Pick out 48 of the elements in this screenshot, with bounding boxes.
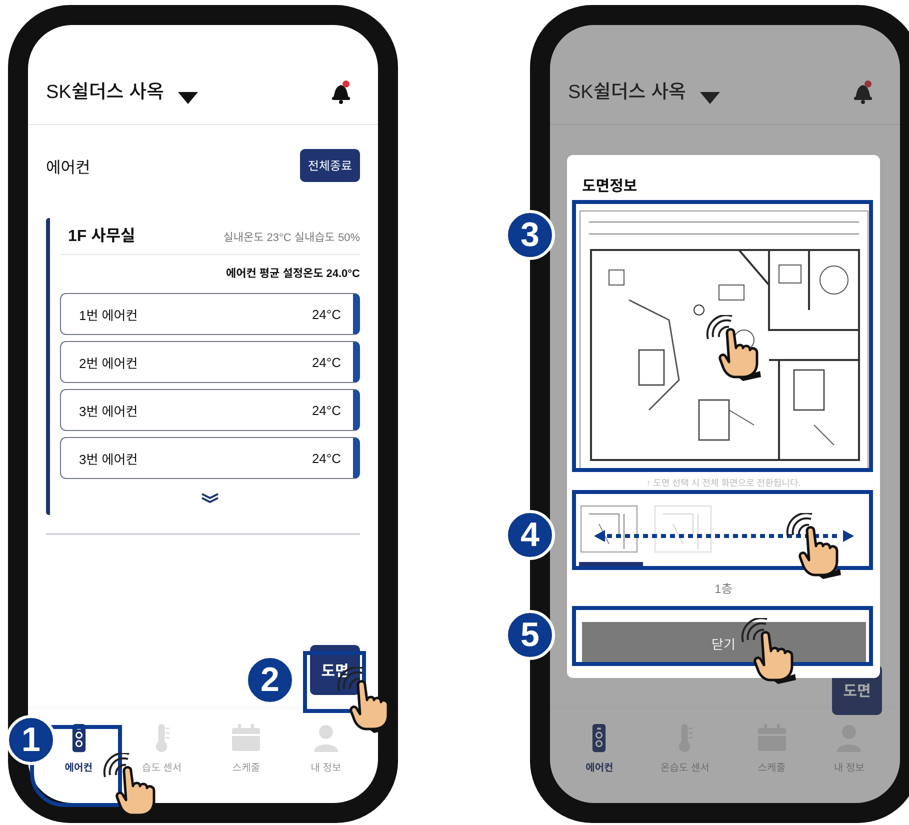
notification-bell-icon[interactable] bbox=[330, 80, 352, 104]
floor-label: 1층 bbox=[714, 581, 732, 598]
air-conditioner-row[interactable]: 3번 에어컨 24°C bbox=[60, 389, 360, 431]
unit-name: 3번 에어컨 bbox=[79, 450, 138, 468]
site-title: SK쉴더스 사옥 bbox=[46, 81, 164, 104]
tab-label: 에어컨 bbox=[586, 762, 614, 774]
tab-label: 내 정보 bbox=[310, 762, 342, 774]
tab-label: 스케줄 bbox=[758, 762, 786, 774]
dropdown-caret-icon[interactable] bbox=[700, 92, 720, 104]
tab[interactable]: 에어컨 bbox=[64, 723, 92, 774]
notification-bell-icon[interactable] bbox=[852, 80, 874, 104]
tab-label: 에어컨 bbox=[64, 762, 92, 774]
tab[interactable]: 에어컨 bbox=[586, 723, 614, 774]
air-conditioner-row[interactable]: 1번 에어컨 24°C bbox=[60, 293, 360, 335]
tab-label: 습도 센서 bbox=[142, 762, 182, 774]
unit-name: 3번 에어컨 bbox=[79, 402, 138, 420]
site-title: SK쉴더스 사옥 bbox=[568, 81, 686, 104]
step-number: 1 bbox=[6, 715, 56, 765]
tab[interactable]: 내 정보 bbox=[310, 723, 342, 774]
step-number: 4 bbox=[505, 510, 555, 560]
swipe-arrow-icon bbox=[592, 529, 854, 544]
section-title: 에어컨 bbox=[46, 158, 90, 178]
unit-temperature: 24°C bbox=[312, 306, 341, 322]
unit-temperature: 24°C bbox=[312, 354, 341, 370]
unit-temperature: 24°C bbox=[312, 450, 341, 466]
expand-chevron-icon[interactable] bbox=[201, 493, 219, 503]
tab-label: 내 정보 bbox=[834, 762, 864, 774]
hint-text: ↑ 도면 선택 시 전체 화면으로 전환됩니다. bbox=[646, 477, 801, 490]
step-number: 3 bbox=[505, 210, 555, 260]
average-temperature: 에어컨 평균 설정온도 24.0°C bbox=[225, 266, 360, 282]
unit-temperature: 24°C bbox=[312, 402, 341, 418]
tab[interactable]: 스케줄 bbox=[231, 723, 262, 774]
tab[interactable]: 습도 센서 bbox=[142, 723, 182, 774]
air-conditioner-row[interactable]: 3번 에어컨 24°C bbox=[60, 437, 360, 479]
remote-control-icon bbox=[591, 723, 608, 753]
unit-name: 2번 에어컨 bbox=[79, 354, 138, 372]
dialog-title: 도면정보 bbox=[581, 177, 638, 197]
room-name: 1F 사무실 bbox=[68, 226, 136, 246]
dropdown-caret-icon[interactable] bbox=[178, 92, 198, 104]
person-icon bbox=[312, 723, 339, 753]
tab-label: 스케줄 bbox=[232, 762, 260, 774]
room-readings: 실내온도 23°C 실내습도 50% bbox=[223, 230, 360, 245]
air-conditioner-row[interactable]: 2번 에어컨 24°C bbox=[60, 341, 360, 383]
stop-all-button[interactable]: 전체종료 bbox=[300, 149, 360, 182]
calendar-icon bbox=[231, 723, 262, 753]
unit-name: 1번 에어컨 bbox=[79, 306, 138, 324]
step-number: 5 bbox=[505, 610, 555, 660]
tab-label: 온습도 센서 bbox=[660, 762, 710, 774]
